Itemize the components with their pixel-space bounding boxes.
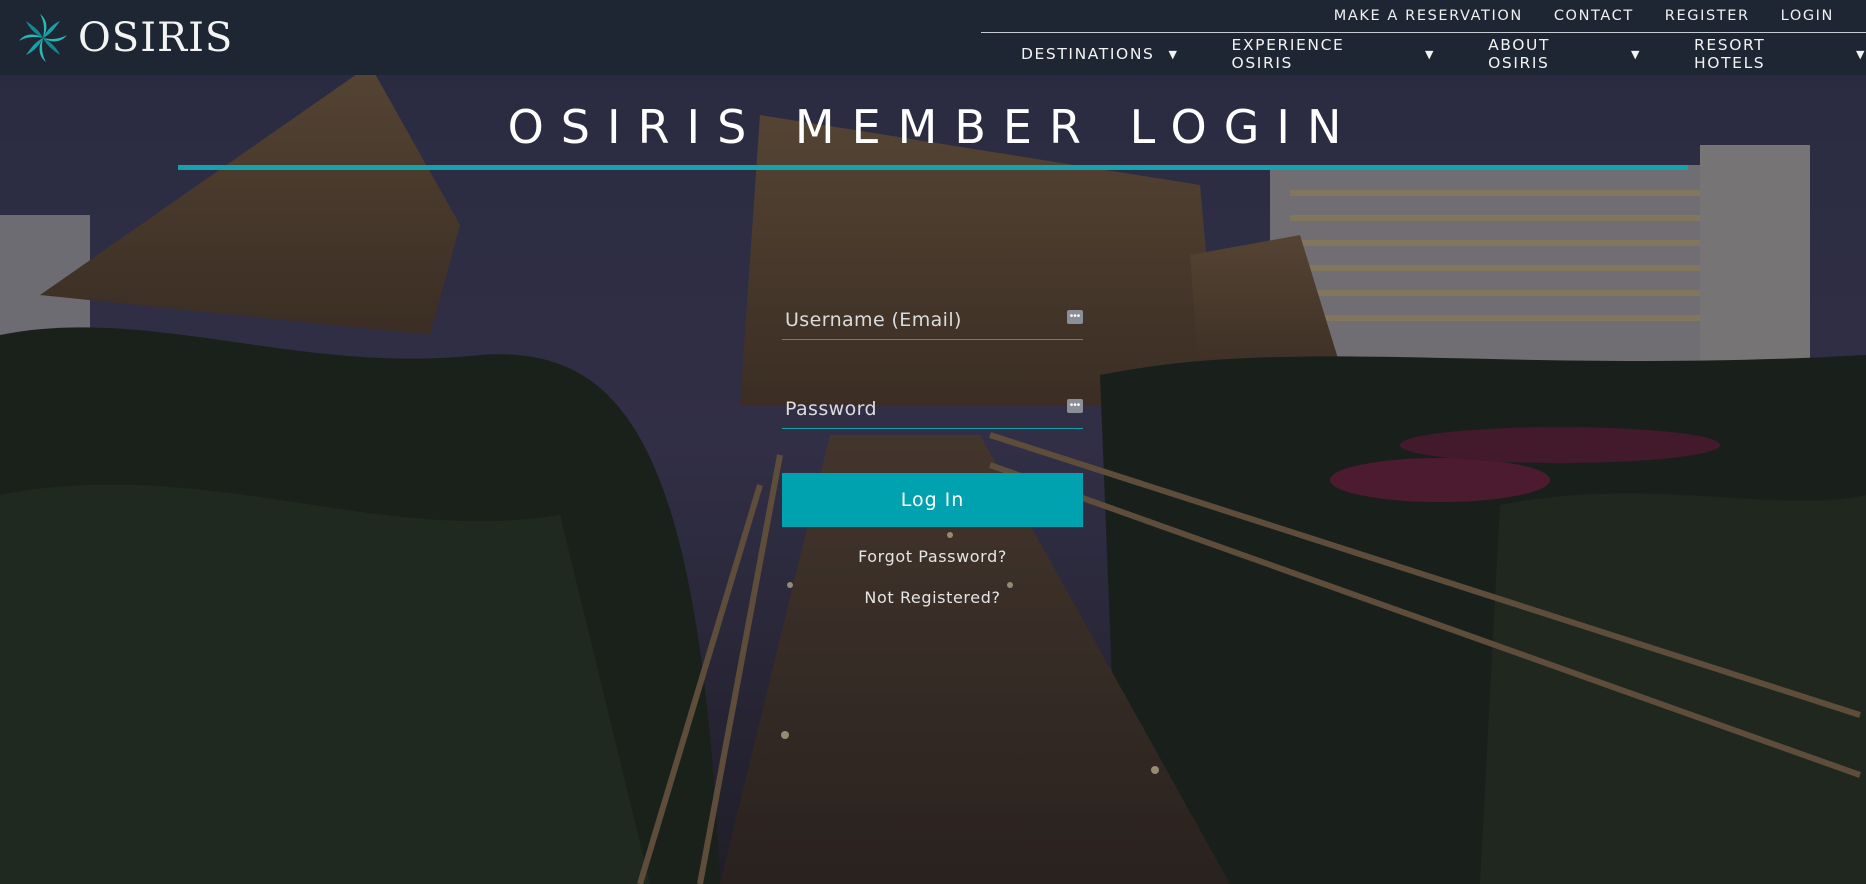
login-form: ••• ••• Log In Forgot Password? Not Regi… [782, 295, 1083, 608]
nav-destinations-label: DESTINATIONS [1021, 45, 1155, 63]
utility-nav: MAKE A RESERVATION CONTACT REGISTER LOGI… [981, 0, 1866, 33]
form-links: Forgot Password? Not Registered? [782, 547, 1083, 608]
nav-experience-osiris-label: EXPERIENCE OSIRIS [1231, 36, 1345, 72]
username-input[interactable] [782, 305, 1052, 335]
contact-link[interactable]: CONTACT [1554, 8, 1634, 24]
nav-experience-osiris[interactable]: EXPERIENCE OSIRIS ▼ [1232, 36, 1436, 72]
make-reservation-link[interactable]: MAKE A RESERVATION [1334, 8, 1523, 24]
forgot-password-link[interactable]: Forgot Password? [782, 547, 1083, 567]
not-registered-link[interactable]: Not Registered? [782, 588, 1083, 608]
register-link[interactable]: REGISTER [1665, 8, 1750, 24]
login-link[interactable]: LOGIN [1781, 8, 1834, 24]
nav-resort-hotels[interactable]: RESORT HOTELS ▼ [1694, 36, 1866, 72]
caret-down-icon: ▼ [1855, 47, 1866, 61]
logo-pinwheel-icon [19, 14, 67, 62]
nav-about-osiris-label: ABOUT OSIRIS [1488, 36, 1551, 72]
login-button[interactable]: Log In [782, 473, 1083, 527]
username-field: ••• [782, 295, 1083, 340]
nav-resort-hotels-label: RESORT HOTELS [1694, 36, 1766, 72]
page-title: OSIRIS MEMBER LOGIN [507, 100, 1359, 154]
site-header: OSIRIS MAKE A RESERVATION CONTACT REGIST… [0, 0, 1866, 75]
password-field: ••• [782, 384, 1083, 429]
nav-about-osiris[interactable]: ABOUT OSIRIS ▼ [1488, 36, 1641, 72]
password-manager-icon[interactable]: ••• [1067, 310, 1083, 324]
caret-down-icon: ▼ [1425, 47, 1436, 61]
main-nav: DESTINATIONS ▼ EXPERIENCE OSIRIS ▼ ABOUT… [981, 35, 1866, 73]
title-underline [178, 165, 1688, 170]
site-logo[interactable]: OSIRIS [16, 12, 233, 64]
nav-destinations[interactable]: DESTINATIONS ▼ [1021, 45, 1179, 63]
password-input[interactable] [782, 394, 1052, 424]
password-manager-icon[interactable]: ••• [1067, 399, 1083, 413]
caret-down-icon: ▼ [1168, 47, 1179, 61]
logo-text: OSIRIS [78, 15, 234, 61]
caret-down-icon: ▼ [1630, 47, 1642, 61]
